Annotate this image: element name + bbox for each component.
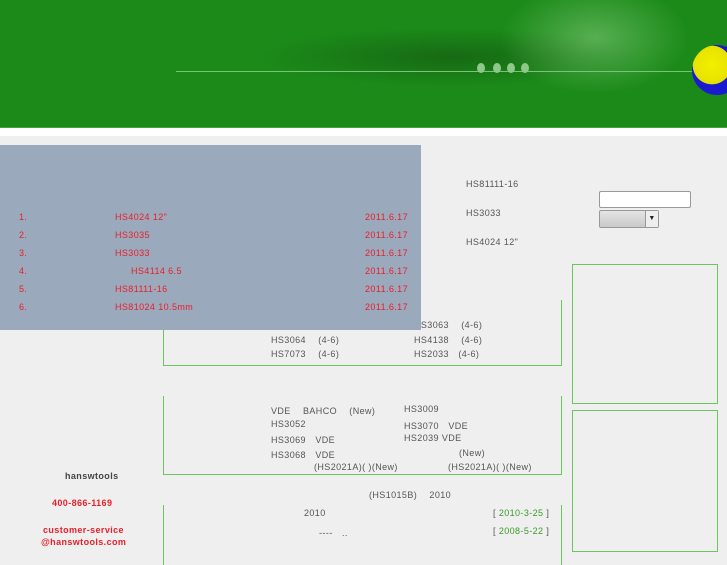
notice-text: (HS1015B) 2010 [369,490,452,500]
item-link[interactable]: HS4114 6.5 [131,266,182,276]
item-number: 2. [19,230,28,240]
item-date: 2011.6.17 [365,266,408,276]
item-number: 1. [19,212,28,222]
email-line1[interactable]: customer-service [43,525,124,535]
banner-dot [477,63,485,73]
product-link[interactable]: HS3070 VDE [404,419,468,432]
banner-dot [521,63,529,73]
item-number: 3. [19,248,28,258]
item-date: 2011.6.17 [365,302,408,312]
header-banner [0,0,727,127]
phone: 400-866-1169 [52,498,113,508]
hot-item[interactable]: HS4024 12" [466,237,518,247]
product-link[interactable]: HS7073 (4-6) [271,347,339,360]
news-date: [ 2010-3-25 ] [493,508,550,518]
side-box [572,264,718,404]
latest-products-panel: 1. HS4024 12" 2011.6.17 2. HS3035 2011.6.17 3.… [0,145,421,330]
product-link[interactable]: HS3069 VDE [271,433,335,446]
tools-graphic [500,0,690,95]
banner-dot [493,63,501,73]
product-link[interactable]: (New) [459,448,485,458]
product-link[interactable]: HS3052 [271,419,306,429]
news-link[interactable]: 2010 [304,508,326,518]
product-link[interactable]: HS3064 (4-6) [271,333,339,346]
item-link[interactable]: HS81111-16 [115,284,168,294]
search-input[interactable] [599,191,691,208]
company-name: hanswtools [65,471,119,481]
nav-bar [0,127,727,136]
product-link[interactable]: (HS2021A)( )(New) [314,462,398,472]
item-link[interactable]: HS4024 12" [115,212,167,222]
banner-dot [507,63,515,73]
item-date: 2011.6.17 [365,230,408,240]
product-link[interactable]: VDE BAHCO (New) [271,404,375,417]
item-date: 2011.6.17 [365,212,408,222]
globe-icon [692,45,727,95]
news-date-value: 2008-5-22 [498,526,544,536]
chevron-down-icon: ▼ [645,211,658,227]
product-link[interactable]: HS4138 (4-6) [414,333,482,346]
product-link[interactable]: HS3063 (4-6) [414,318,482,331]
hot-item[interactable]: HS81111-16 [466,179,519,189]
item-number: 4. [19,266,28,276]
product-link[interactable]: (HS2021A)( )(New) [448,462,532,472]
product-link[interactable]: HS2033 (4-6) [414,347,479,360]
category-select[interactable]: ▼ [599,210,659,228]
side-box [572,410,718,552]
item-date: 2011.6.17 [365,248,408,258]
banner-line [176,71,696,72]
product-link[interactable]: HS3068 VDE [271,448,335,461]
item-link[interactable]: HS3035 [115,230,150,240]
item-link[interactable]: HS3033 [115,248,150,258]
item-date: 2011.6.17 [365,284,408,294]
news-date: [ 2008-5-22 ] [493,526,550,536]
product-link[interactable]: HS2039 VDE [404,433,462,443]
news-date-value: 2010-3-25 [498,508,544,518]
product-link[interactable]: HS3009 [404,404,439,414]
news-link[interactable]: ---- .. [319,526,348,539]
email-line2[interactable]: @hanswtools.com [41,537,126,547]
item-number: 5. [19,284,28,294]
item-link[interactable]: HS81024 10.5mm [115,302,193,312]
item-number: 6. [19,302,28,312]
hot-item[interactable]: HS3033 [466,208,501,218]
